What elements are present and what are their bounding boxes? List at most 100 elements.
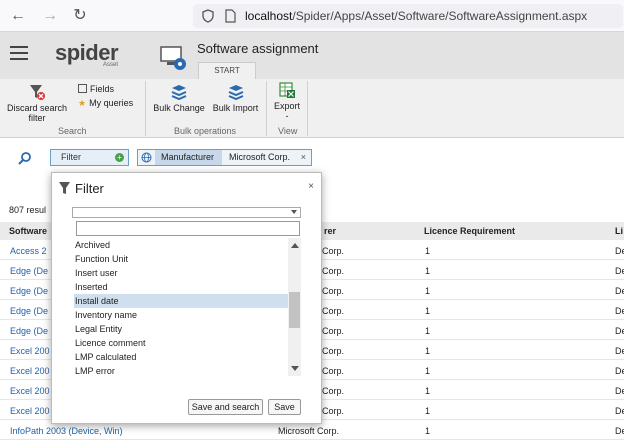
bulk-import-button[interactable]: Bulk Import [208,83,263,113]
cell-software[interactable]: Edge (De [10,266,48,276]
my-queries-label: My queries [89,98,134,108]
cell-licence: 1 [425,386,431,396]
cell-last: De [615,426,624,436]
my-queries-button[interactable]: ★ My queries [78,98,133,108]
scroll-thumb[interactable] [289,292,300,328]
cell-licence: 1 [425,286,431,296]
fields-icon [78,84,87,93]
list-scrollbar[interactable] [288,238,301,376]
list-item-selected[interactable]: Install date [74,294,288,308]
column-software[interactable]: Software [9,226,47,236]
url-text: localhost/Spider/Apps/Asset/Software/Sof… [245,9,588,23]
cell-software[interactable]: Excel 200 [10,386,50,396]
cell-last: De [615,326,624,336]
save-button[interactable]: Save [268,399,301,415]
bulk-import-label: Bulk Import [212,103,259,113]
cell-last: De [615,406,624,416]
divider [145,81,146,136]
filter-remove-icon [30,85,45,100]
discard-label: Discard search [6,103,68,113]
manufacturer-key: Manufacturer [155,150,222,165]
column-last[interactable]: Li [615,226,623,236]
export-label: Export [273,101,300,111]
cell-software[interactable]: Excel 200 [10,366,50,376]
bulk-group-label: Bulk operations [174,126,237,136]
forward-icon[interactable]: → [40,6,60,26]
cell-licence: 1 [425,306,431,316]
search-icon[interactable] [18,151,32,165]
divider [307,81,308,136]
reload-icon[interactable]: ↻ [70,6,90,26]
cell-manufacturer: Microsoft Corp. [278,426,340,436]
cell-software[interactable]: Excel 200 [10,346,50,356]
cell-manufacturer: Corp. [322,346,345,356]
manufacturer-filter-chip[interactable]: Manufacturer Microsoft Corp. × [137,149,312,166]
filter-chip-label: Filter [61,152,81,162]
fields-button[interactable]: Fields [78,84,114,94]
page-icon [225,9,236,23]
divider [266,81,267,136]
filter-chip[interactable]: Filter + [50,149,129,166]
cell-software[interactable]: Edge (De [10,326,48,336]
computer-software-icon [160,46,186,70]
cell-manufacturer: Corp. [322,366,345,376]
cell-last: De [615,286,624,296]
cell-last: De [615,306,624,316]
list-item[interactable]: Inserted [74,280,288,294]
list-item[interactable]: LMP calculated [74,350,288,364]
bulk-change-button[interactable]: Bulk Change [150,83,208,113]
cell-manufacturer: Corp. [322,286,345,296]
close-icon[interactable]: × [308,181,314,192]
cell-software[interactable]: Access 2 [10,246,47,256]
cell-manufacturer: Corp. [322,326,345,336]
remove-filter-icon[interactable]: × [301,150,306,165]
dialog-title: Filter [75,181,104,196]
cell-last: De [615,246,624,256]
search-group-label: Search [58,126,87,136]
scroll-up-icon[interactable] [291,243,299,248]
filter-dialog: Filter × Archived Function Unit Insert u… [51,172,322,424]
export-button[interactable]: Export - [270,81,304,121]
cell-software[interactable]: Edge (De [10,286,48,296]
layers-icon [171,85,187,101]
column-manufacturer[interactable]: rer [324,226,336,236]
field-search-input[interactable] [76,221,300,236]
add-icon[interactable]: + [115,153,124,162]
browser-toolbar: ← → ↻ localhost/Spider/Apps/Asset/Softwa… [0,0,624,32]
list-item[interactable]: Legal Entity [74,322,288,336]
excel-icon [279,82,295,98]
field-options-list[interactable]: Archived Function Unit Insert user Inser… [74,238,301,376]
view-group-label: View [278,126,298,136]
column-licence-requirement[interactable]: Licence Requirement [424,226,515,236]
app-header: spider Asset Software assignment START [0,32,624,79]
list-item[interactable]: Licence comment [74,336,288,350]
save-and-search-button[interactable]: Save and search [188,399,263,415]
cell-software[interactable]: InfoPath 2003 (Device, Win) [10,426,123,436]
scroll-down-icon[interactable] [291,366,299,371]
field-select[interactable] [72,207,301,218]
fields-label: Fields [90,84,115,94]
list-item[interactable]: Archived [74,238,288,252]
back-icon[interactable]: ← [8,6,28,26]
cell-licence: 1 [425,366,431,376]
cell-last: De [615,386,624,396]
tab-start[interactable]: START [198,62,256,79]
cell-licence: 1 [425,346,431,356]
cell-software[interactable]: Edge (De [10,306,48,316]
bulk-change-label: Bulk Change [153,103,205,113]
globe-icon [141,152,152,163]
export-dash: - [285,111,289,121]
ribbon: Discard search filter Fields ★ My queries… [0,79,624,138]
cell-manufacturer: Corp. [322,406,345,416]
list-item[interactable]: LMP error [74,364,288,376]
list-item[interactable]: Function Unit [74,252,288,266]
cell-licence: 1 [425,326,431,336]
discard-search-filter-button[interactable]: Discard search filter [4,83,70,123]
list-item[interactable]: Insert user [74,266,288,280]
cell-software[interactable]: Excel 200 [10,406,50,416]
list-item[interactable]: Inventory name [74,308,288,322]
address-bar[interactable]: localhost/Spider/Apps/Asset/Software/Sof… [193,4,623,28]
logo-subtitle: Asset [103,62,119,68]
cell-licence: 1 [425,246,431,256]
menu-icon[interactable] [10,46,28,60]
